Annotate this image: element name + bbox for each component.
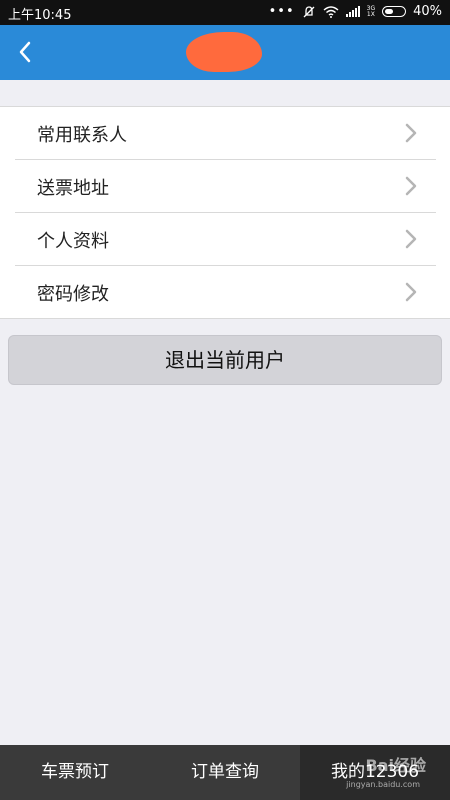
menu-item-label: 送票地址 <box>37 178 109 199</box>
menu-item-label: 常用联系人 <box>37 125 127 146</box>
signal-icon <box>345 6 360 17</box>
battery-percent: 40% <box>413 4 442 19</box>
account-menu: 常用联系人 送票地址 个人资料 密码修改 <box>0 106 450 319</box>
network-type: 3G 1X <box>366 4 376 18</box>
menu-item-profile[interactable]: 个人资料 <box>15 213 436 266</box>
chevron-right-icon <box>405 229 417 249</box>
tab-my-12306[interactable]: 我的12306 <box>300 745 450 800</box>
back-chevron-icon[interactable] <box>14 39 40 65</box>
status-time: 上午10:45 <box>8 8 72 23</box>
menu-item-label: 密码修改 <box>37 284 109 305</box>
chevron-right-icon <box>405 123 417 143</box>
chevron-right-icon <box>405 282 417 302</box>
redacted-title <box>186 32 262 72</box>
menu-item-contacts[interactable]: 常用联系人 <box>15 107 436 160</box>
menu-item-delivery-address[interactable]: 送票地址 <box>15 160 436 213</box>
logout-button[interactable]: 退出当前用户 <box>8 335 442 385</box>
tab-order-query[interactable]: 订单查询 <box>150 745 300 800</box>
mute-icon <box>303 5 315 17</box>
chevron-right-icon <box>405 176 417 196</box>
menu-item-label: 个人资料 <box>37 231 109 252</box>
bottom-tab-bar: 车票预订 订单查询 我的12306 <box>0 745 450 800</box>
menu-item-change-password[interactable]: 密码修改 <box>15 266 436 318</box>
more-dots-icon: ••• <box>268 4 295 19</box>
status-bar: 上午10:45 ••• 3G 1X 40% <box>0 0 450 25</box>
tab-ticket-booking[interactable]: 车票预订 <box>0 745 150 800</box>
battery-icon <box>382 6 407 17</box>
wifi-icon <box>323 5 339 18</box>
status-icons: ••• 3G 1X 40% <box>269 4 442 19</box>
